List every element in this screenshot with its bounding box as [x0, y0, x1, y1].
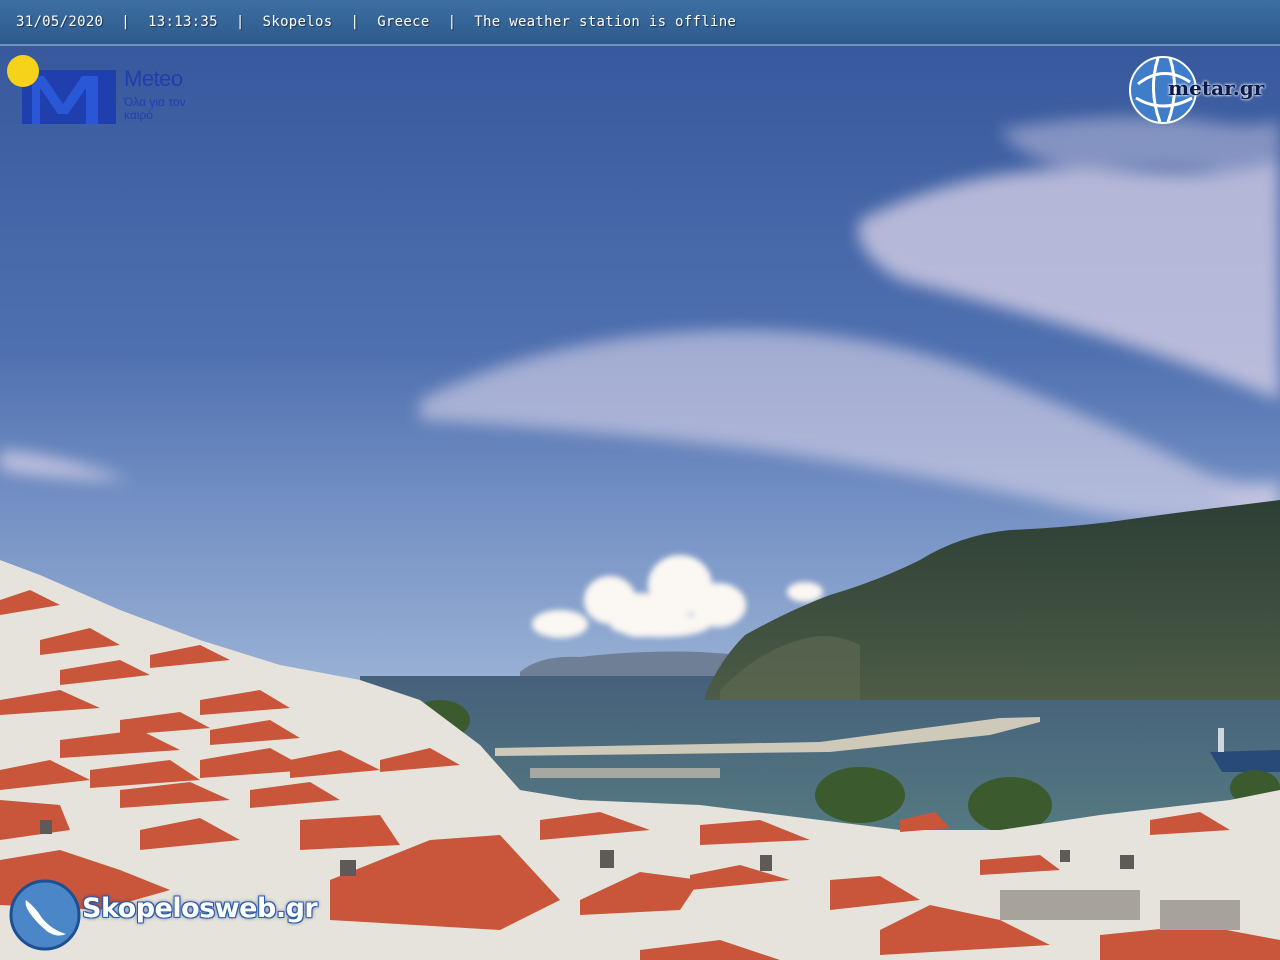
meteo-tagline: Όλα για τον καιρό — [124, 95, 186, 122]
separator: | — [235, 14, 245, 30]
separator: | — [447, 14, 457, 30]
station-status: The weather station is offline — [474, 14, 737, 30]
capture-time: 13:13:35 — [148, 14, 218, 30]
skopelosweb-logo-text: Skopelosweb.gr — [82, 893, 318, 924]
separator: | — [121, 14, 131, 30]
webcam-info-bar: 31/05/2020 | 13:13:35 | Skopelos | Greec… — [0, 0, 1280, 46]
country-name: Greece — [377, 14, 430, 30]
meteo-name: Meteo — [124, 66, 183, 91]
metar-logo-text: metar.gr — [1168, 76, 1265, 100]
capture-date: 31/05/2020 — [16, 14, 104, 30]
location-name: Skopelos — [262, 14, 333, 30]
skopelos-island-logo — [9, 879, 81, 951]
ship — [1210, 750, 1280, 772]
webcam-photo — [0, 0, 1280, 960]
separator: | — [350, 14, 360, 30]
meteo-logo-text: Meteo Όλα για τον καιρό — [124, 66, 194, 122]
